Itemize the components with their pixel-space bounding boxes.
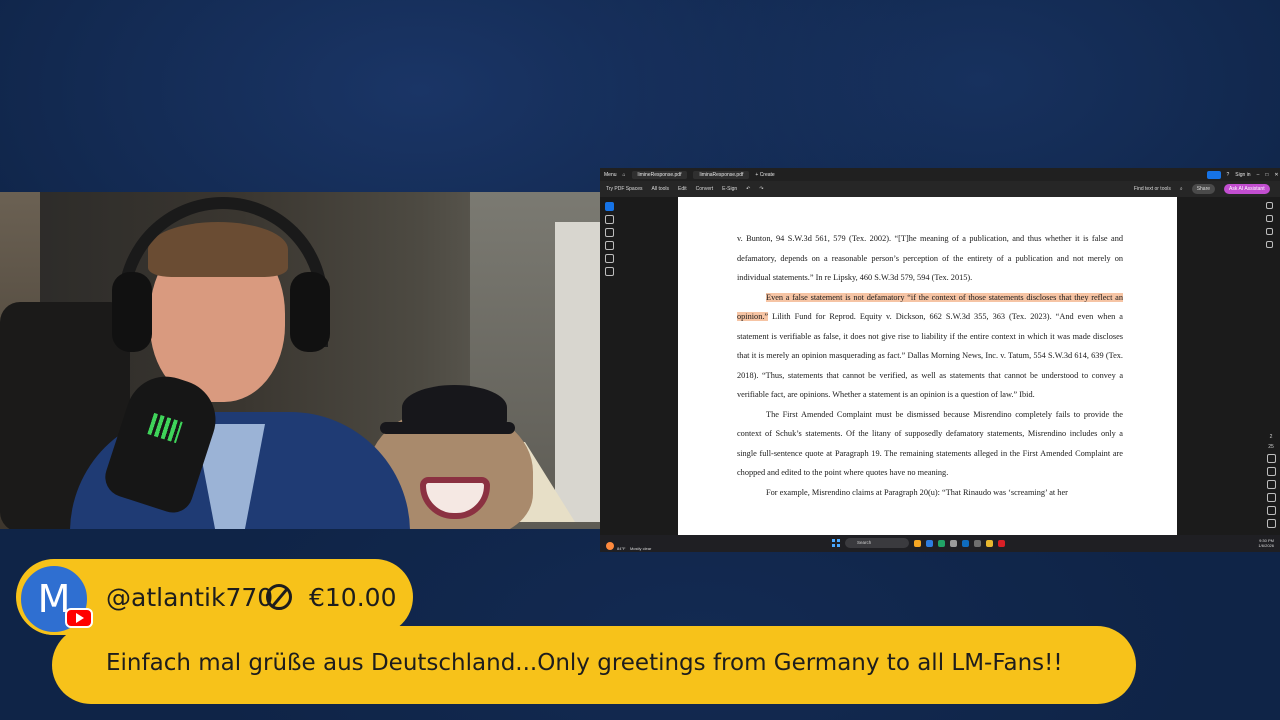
- puppet-hat-brim: [380, 422, 515, 434]
- weather-text: 84°F Mostly clear: [617, 537, 651, 552]
- paragraph-3: The First Amended Complaint must be dism…: [737, 409, 1123, 478]
- convert-button[interactable]: Convert: [696, 186, 714, 192]
- share-button[interactable]: Share: [1191, 184, 1216, 194]
- acrobat-icon[interactable]: [998, 539, 1005, 547]
- lasso-icon[interactable]: [605, 241, 614, 250]
- weather-desc: Mostly clear: [629, 546, 652, 551]
- upgrade-button[interactable]: [1206, 170, 1221, 179]
- bookmark-icon[interactable]: [1266, 228, 1273, 235]
- panel-icon[interactable]: [1266, 202, 1273, 209]
- pen-icon[interactable]: [605, 228, 614, 237]
- sun-icon: [606, 542, 614, 550]
- maximize-icon[interactable]: □: [1265, 172, 1268, 178]
- no-symbol-icon: [266, 584, 292, 610]
- zoom-in-icon[interactable]: [1266, 506, 1276, 515]
- weather-widget[interactable]: 84°F Mostly clear: [606, 537, 651, 552]
- headphone-cup-right: [290, 272, 330, 352]
- pages-icon[interactable]: [1266, 241, 1273, 248]
- page-up-icon[interactable]: [1266, 454, 1276, 463]
- mail-icon[interactable]: [962, 539, 969, 547]
- paragraph-2: Even a false statement is not defamatory…: [737, 288, 1123, 405]
- edge-icon[interactable]: [926, 539, 933, 547]
- clock-date: 1/6/2026: [1258, 543, 1274, 548]
- superchat-message: Einfach mal grüße aus Deutschland...Only…: [106, 650, 1063, 676]
- select-cursor-icon[interactable]: [605, 202, 614, 211]
- undo-icon[interactable]: ↶: [746, 186, 750, 192]
- refresh-icon[interactable]: [1266, 480, 1276, 489]
- superchat-amount: €10.00: [309, 583, 397, 612]
- tab-document-1[interactable]: limineResponse.pdf: [631, 170, 688, 179]
- right-tool-rail: [1266, 202, 1276, 248]
- spreadsheet-icon[interactable]: [938, 539, 945, 547]
- page-count: 25: [1268, 444, 1274, 450]
- webcam-feed: [0, 192, 600, 529]
- try-spaces-button[interactable]: Try PDF Spaces: [606, 186, 643, 192]
- headphone-cup-left: [112, 272, 152, 352]
- page-number[interactable]: 2: [1270, 434, 1273, 440]
- windows-taskbar: 84°F Mostly clear Search 9:30 PM 1/6/202…: [600, 535, 1280, 552]
- app-toolbar: Try PDF Spaces All tools Edit Convert E-…: [600, 181, 1280, 197]
- paragraph-4: For example, Misrendino claims at Paragr…: [766, 487, 1068, 497]
- left-tool-rail: [602, 202, 617, 292]
- paragraph-1: v. Bunton, 94 S.W.3d 561, 579 (Tex. 2002…: [737, 234, 1123, 282]
- search-icon[interactable]: ⌕: [1180, 186, 1183, 192]
- superchat-message-bubble: Einfach mal grüße aus Deutschland...Only…: [52, 626, 1136, 704]
- window-titlebar: Menu ⌂ limineResponse.pdf liminaResponse…: [600, 168, 1280, 181]
- zoom-icon[interactable]: [605, 215, 614, 224]
- taskbar-search[interactable]: Search: [845, 538, 909, 548]
- background-panel: [555, 222, 600, 522]
- weather-temp: 84°F: [617, 546, 626, 551]
- find-input[interactable]: Find text or tools: [1134, 186, 1171, 192]
- superchat-username: @atlantik770: [106, 583, 274, 612]
- esign-button[interactable]: E-Sign: [722, 186, 737, 192]
- help-icon[interactable]: ?: [1227, 172, 1230, 178]
- taskbar-clock[interactable]: 9:30 PM 1/6/2026: [1258, 538, 1274, 548]
- ai-assistant-button[interactable]: Ask AI Assistant: [1224, 184, 1270, 194]
- youtube-icon: [65, 608, 93, 628]
- app-icon[interactable]: [974, 539, 981, 547]
- chrome-icon[interactable]: [986, 539, 993, 547]
- comment-icon[interactable]: [1266, 215, 1273, 222]
- page-nav: 2 25: [1266, 434, 1276, 528]
- edit-button[interactable]: Edit: [678, 186, 687, 192]
- fit-page-icon[interactable]: [1266, 493, 1276, 502]
- text-select-icon[interactable]: [605, 254, 614, 263]
- all-tools-button[interactable]: All tools: [652, 186, 670, 192]
- minimize-icon[interactable]: –: [1257, 172, 1260, 178]
- zoom-out-icon[interactable]: [1266, 519, 1276, 528]
- screen-share: Menu ⌂ limineResponse.pdf liminaResponse…: [600, 168, 1280, 552]
- windows-start-icon[interactable]: [832, 539, 840, 547]
- sign-in-link[interactable]: Sign in: [1235, 172, 1250, 178]
- redo-icon[interactable]: ↷: [759, 186, 763, 192]
- home-icon[interactable]: ⌂: [623, 172, 626, 178]
- tab-document-2[interactable]: liminaResponse.pdf: [693, 170, 750, 179]
- close-icon[interactable]: ✕: [1274, 172, 1280, 178]
- paragraph-2-text: Lilith Fund for Reprod. Equity v. Dickso…: [737, 312, 1123, 399]
- menu-button[interactable]: Menu: [604, 172, 617, 178]
- stamp-icon[interactable]: [605, 267, 614, 276]
- taskbar-apps: Search: [832, 538, 1005, 548]
- file-explorer-icon[interactable]: [914, 539, 921, 547]
- page-down-icon[interactable]: [1266, 467, 1276, 476]
- pdf-page: v. Bunton, 94 S.W.3d 561, 579 (Tex. 2002…: [678, 197, 1177, 535]
- store-icon[interactable]: [950, 539, 957, 547]
- create-button[interactable]: + Create: [755, 172, 774, 178]
